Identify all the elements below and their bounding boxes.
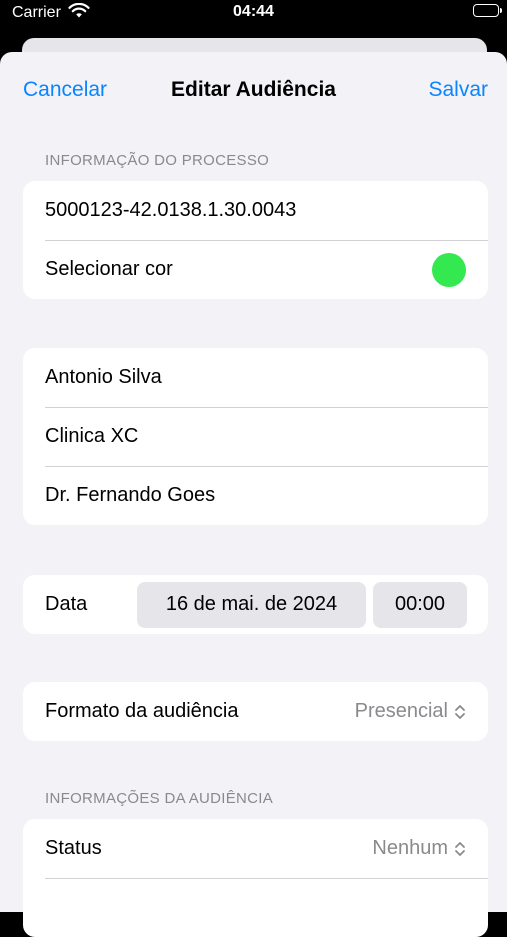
format-value: Presencial — [354, 700, 448, 722]
select-color-label: Selecionar cor — [45, 258, 173, 280]
battery-icon — [473, 4, 502, 17]
party-client-value: Antonio Silva — [45, 366, 162, 388]
chevron-up-down-icon — [454, 703, 466, 721]
status-time: 04:44 — [233, 3, 274, 20]
time-picker[interactable]: 00:00 — [373, 581, 467, 628]
save-button[interactable]: Salvar — [428, 78, 488, 102]
process-number-field[interactable]: 5000123-42.0138.1.30.0043 — [23, 181, 488, 240]
party-field-opponent[interactable]: Clinica XC — [23, 407, 488, 466]
process-section-header: INFORMAÇÃO DO PROCESSO — [45, 152, 270, 169]
date-picker[interactable]: 16 de mai. de 2024 — [137, 581, 366, 628]
date-label: Data — [45, 593, 88, 615]
status-picker-row[interactable]: Status Nenhum — [23, 819, 488, 878]
party-field-judge[interactable]: Dr. Fernando Goes — [23, 466, 488, 525]
process-number-value: 5000123-42.0138.1.30.0043 — [45, 199, 297, 221]
edit-hearing-sheet: Cancelar Editar Audiência Salvar INFORMA… — [0, 52, 507, 937]
selected-color-swatch[interactable] — [432, 252, 466, 287]
date-group: Data 16 de mai. de 2024 00:00 — [23, 575, 488, 634]
status-value: Nenhum — [372, 837, 448, 859]
format-group: Formato da audiência Presencial — [23, 682, 488, 741]
party-opponent-value: Clinica XC — [45, 425, 139, 447]
parties-group: Antonio Silva Clinica XC Dr. Fernando Go… — [23, 348, 488, 525]
format-picker-row[interactable]: Formato da audiência Presencial — [23, 682, 488, 741]
date-row: Data 16 de mai. de 2024 00:00 — [23, 575, 488, 634]
next-row-partial[interactable] — [23, 878, 488, 937]
hearing-section-header: INFORMAÇÕES DA AUDIÊNCIA — [45, 790, 274, 807]
process-info-group: 5000123-42.0138.1.30.0043 Selecionar cor — [23, 181, 488, 299]
status-label: Status — [45, 837, 102, 859]
select-color-row[interactable]: Selecionar cor — [23, 240, 488, 299]
party-judge-value: Dr. Fernando Goes — [45, 484, 216, 506]
format-label: Formato da audiência — [45, 700, 239, 722]
hearing-info-group: Status Nenhum — [23, 819, 488, 937]
party-field-client[interactable]: Antonio Silva — [23, 348, 488, 407]
chevron-up-down-icon — [454, 840, 466, 858]
status-bar: Carrier 04:44 — [0, 0, 507, 30]
